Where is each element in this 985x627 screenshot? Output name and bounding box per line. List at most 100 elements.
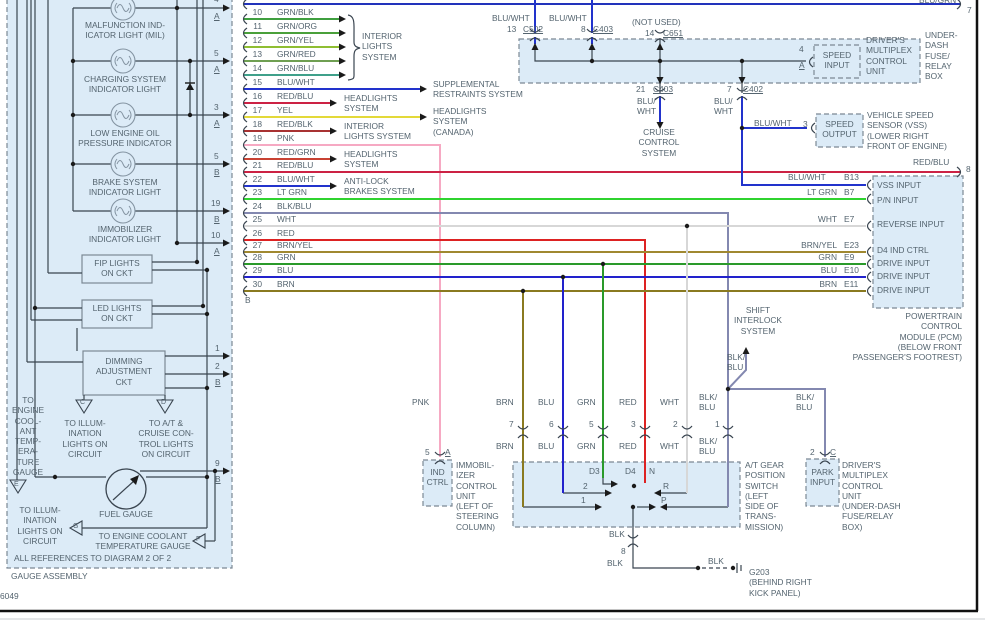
label-132: 2 [583, 481, 588, 491]
label-82: BRN/YEL [801, 240, 837, 250]
label-117: 1 [715, 419, 720, 429]
row-24-pin-number: 24 [252, 201, 262, 211]
label-114: 2 [673, 419, 678, 429]
label-116: BLK/ BLU [699, 392, 718, 413]
junction-dot-0 [70, 58, 76, 64]
arrow-14 [420, 85, 427, 93]
label-52: C403 [593, 24, 614, 34]
row-12-pin-number: 12 [252, 35, 262, 45]
ref-headlights-2: HEADLIGHTS SYSTEM [344, 149, 398, 170]
pcm-input-drive2: DRIVE INPUT [877, 271, 931, 281]
label-64: C403 [653, 84, 674, 94]
label-118: BLK/ BLU [699, 436, 718, 457]
label-53: (NOT USED) [632, 17, 681, 27]
label-31: B [214, 214, 220, 224]
immobilizer-unit-label: IMMOBIL- IZER CONTROL UNIT (LEFT OF STEE… [456, 460, 499, 532]
label-38: B [215, 474, 221, 484]
label-49: 13 [507, 24, 517, 34]
junction-dot-2 [70, 161, 76, 167]
ref-interior-lights-1: INTERIOR LIGHTS SYSTEM [362, 31, 403, 62]
ind-ctrl-label: IND CTRL [426, 467, 449, 488]
row-28-wire-color: GRN [277, 252, 296, 262]
row-12-wire-color: GRN/YEL [277, 35, 314, 45]
row-22-pin-number: 22 [252, 174, 262, 184]
pcm-input-vss: VSS INPUT [877, 180, 922, 190]
row-9-pin-number: 9 [246, 0, 262, 2]
label-99: BLK/ BLU [727, 352, 746, 373]
references-note: ALL REFERENCES TO DIAGRAM 2 OF 2 [14, 553, 172, 563]
junction-dot-20 [684, 223, 690, 229]
row-15-wire-color: BLU/WHT [277, 77, 315, 87]
row-26-wire-color: RED [277, 228, 295, 238]
row-20-pin-number: 20 [252, 147, 262, 157]
label-83: E23 [844, 240, 859, 250]
junction-dot-25 [630, 504, 636, 510]
ref-srs: SUPPLEMENTAL RESTRAINTS SYSTEM [433, 79, 523, 100]
label-13: TO ENGINE COOLANT TEMPERATURE GAUGE [95, 531, 191, 552]
label-75: 8 [966, 164, 971, 174]
connector-break-23 [866, 271, 872, 283]
junction-dot-5 [187, 58, 193, 64]
label-63: 21 [636, 84, 646, 94]
row-10-pin-number: 10 [252, 7, 262, 17]
label-50: C502 [523, 24, 544, 34]
label-35: 2 [215, 361, 220, 371]
connector-break-19 [866, 193, 872, 205]
row-14-wire-color: GRN/BLU [277, 63, 315, 73]
row-30-wire-color: BRN [277, 279, 295, 289]
row-21-wire-color: RED/BLU [277, 160, 314, 170]
pcm-input-d4: D4 IND CTRL [877, 245, 929, 255]
junction-dot-3 [174, 5, 180, 11]
label-113: WHT [660, 397, 680, 407]
dmcu-top-label: DRIVER'S MULTIPLEX CONTROL UNIT [866, 35, 912, 76]
label-24: 5 [214, 48, 219, 58]
label-18: D [161, 399, 167, 406]
label-21: F [196, 536, 201, 543]
immobilizer-light-label: IMMOBILIZER INDICATOR LIGHT [88, 224, 162, 245]
row-25-wire-color: WHT [277, 214, 297, 224]
row-9-wire-color: BLU/GRN [277, 0, 314, 2]
label-136: BLK [609, 529, 625, 539]
junction-dot-15 [212, 468, 218, 474]
row-17-pin-number: 17 [252, 105, 262, 115]
row-27-pin-number: 27 [252, 240, 262, 250]
label-67: 7 [727, 84, 732, 94]
label-119: BLK/ BLU [796, 392, 815, 413]
junction-dot-14 [52, 474, 58, 480]
label-88: BRN [819, 279, 837, 289]
label-34: 1 [215, 343, 220, 353]
row-20-wire-color: RED/GRN [277, 147, 316, 157]
label-106: BLU [538, 441, 555, 451]
label-115: WHT [660, 441, 680, 451]
arrow-9 [339, 15, 346, 23]
label-10: TO A/T & CRUISE CON- TROL LIGHTS ON CIRC… [138, 418, 194, 459]
label-12: TO ILLUM- INATION LIGHTS ON CIRCUIT [17, 505, 63, 546]
dmcu-bottom-label: DRIVER'S MULTIPLEX CONTROL UNIT (UNDER-D… [842, 460, 901, 532]
label-26: 3 [214, 102, 219, 112]
label-22: 4 [214, 0, 219, 4]
label-134: 1 [581, 495, 586, 505]
label-36: B [215, 377, 221, 387]
ref-headlights-canada: HEADLIGHTS SYSTEM (CANADA) [433, 106, 487, 137]
arrow-16 [420, 113, 427, 121]
row-19-wire-color: PNK [277, 133, 295, 143]
label-51: 8 [581, 24, 586, 34]
row-11-wire-color: GRN/ORG [277, 21, 318, 31]
label-120: 5 [425, 447, 430, 457]
ground-label: G203 (BEHIND RIGHT KICK PANEL) [749, 567, 812, 598]
mil-label: MALFUNCTION IND- ICATOR LIGHT (MIL) [84, 20, 166, 41]
fip-lights-label: FIP LIGHTS ON CKT [94, 258, 140, 279]
row-24-wire-color: BLK/BLU [277, 201, 312, 211]
label-123: C [830, 447, 837, 457]
row-21-pin-number: 21 [252, 160, 262, 170]
dimming-label: DIMMING ADJUSTMENT CKT [95, 356, 153, 387]
fuel-gauge-label: FUEL GAUGE [99, 509, 153, 519]
label-68: C402 [743, 84, 764, 94]
arrow-15 [330, 99, 337, 107]
pcm-input-pn: P/N INPUT [877, 195, 919, 205]
junction-dot-18 [739, 58, 745, 64]
junction-dot-19 [739, 125, 745, 131]
label-54: 14 [645, 28, 655, 38]
pcm-input-drive3: DRIVE INPUT [877, 285, 931, 295]
row-19-pin-number: 19 [252, 133, 262, 143]
